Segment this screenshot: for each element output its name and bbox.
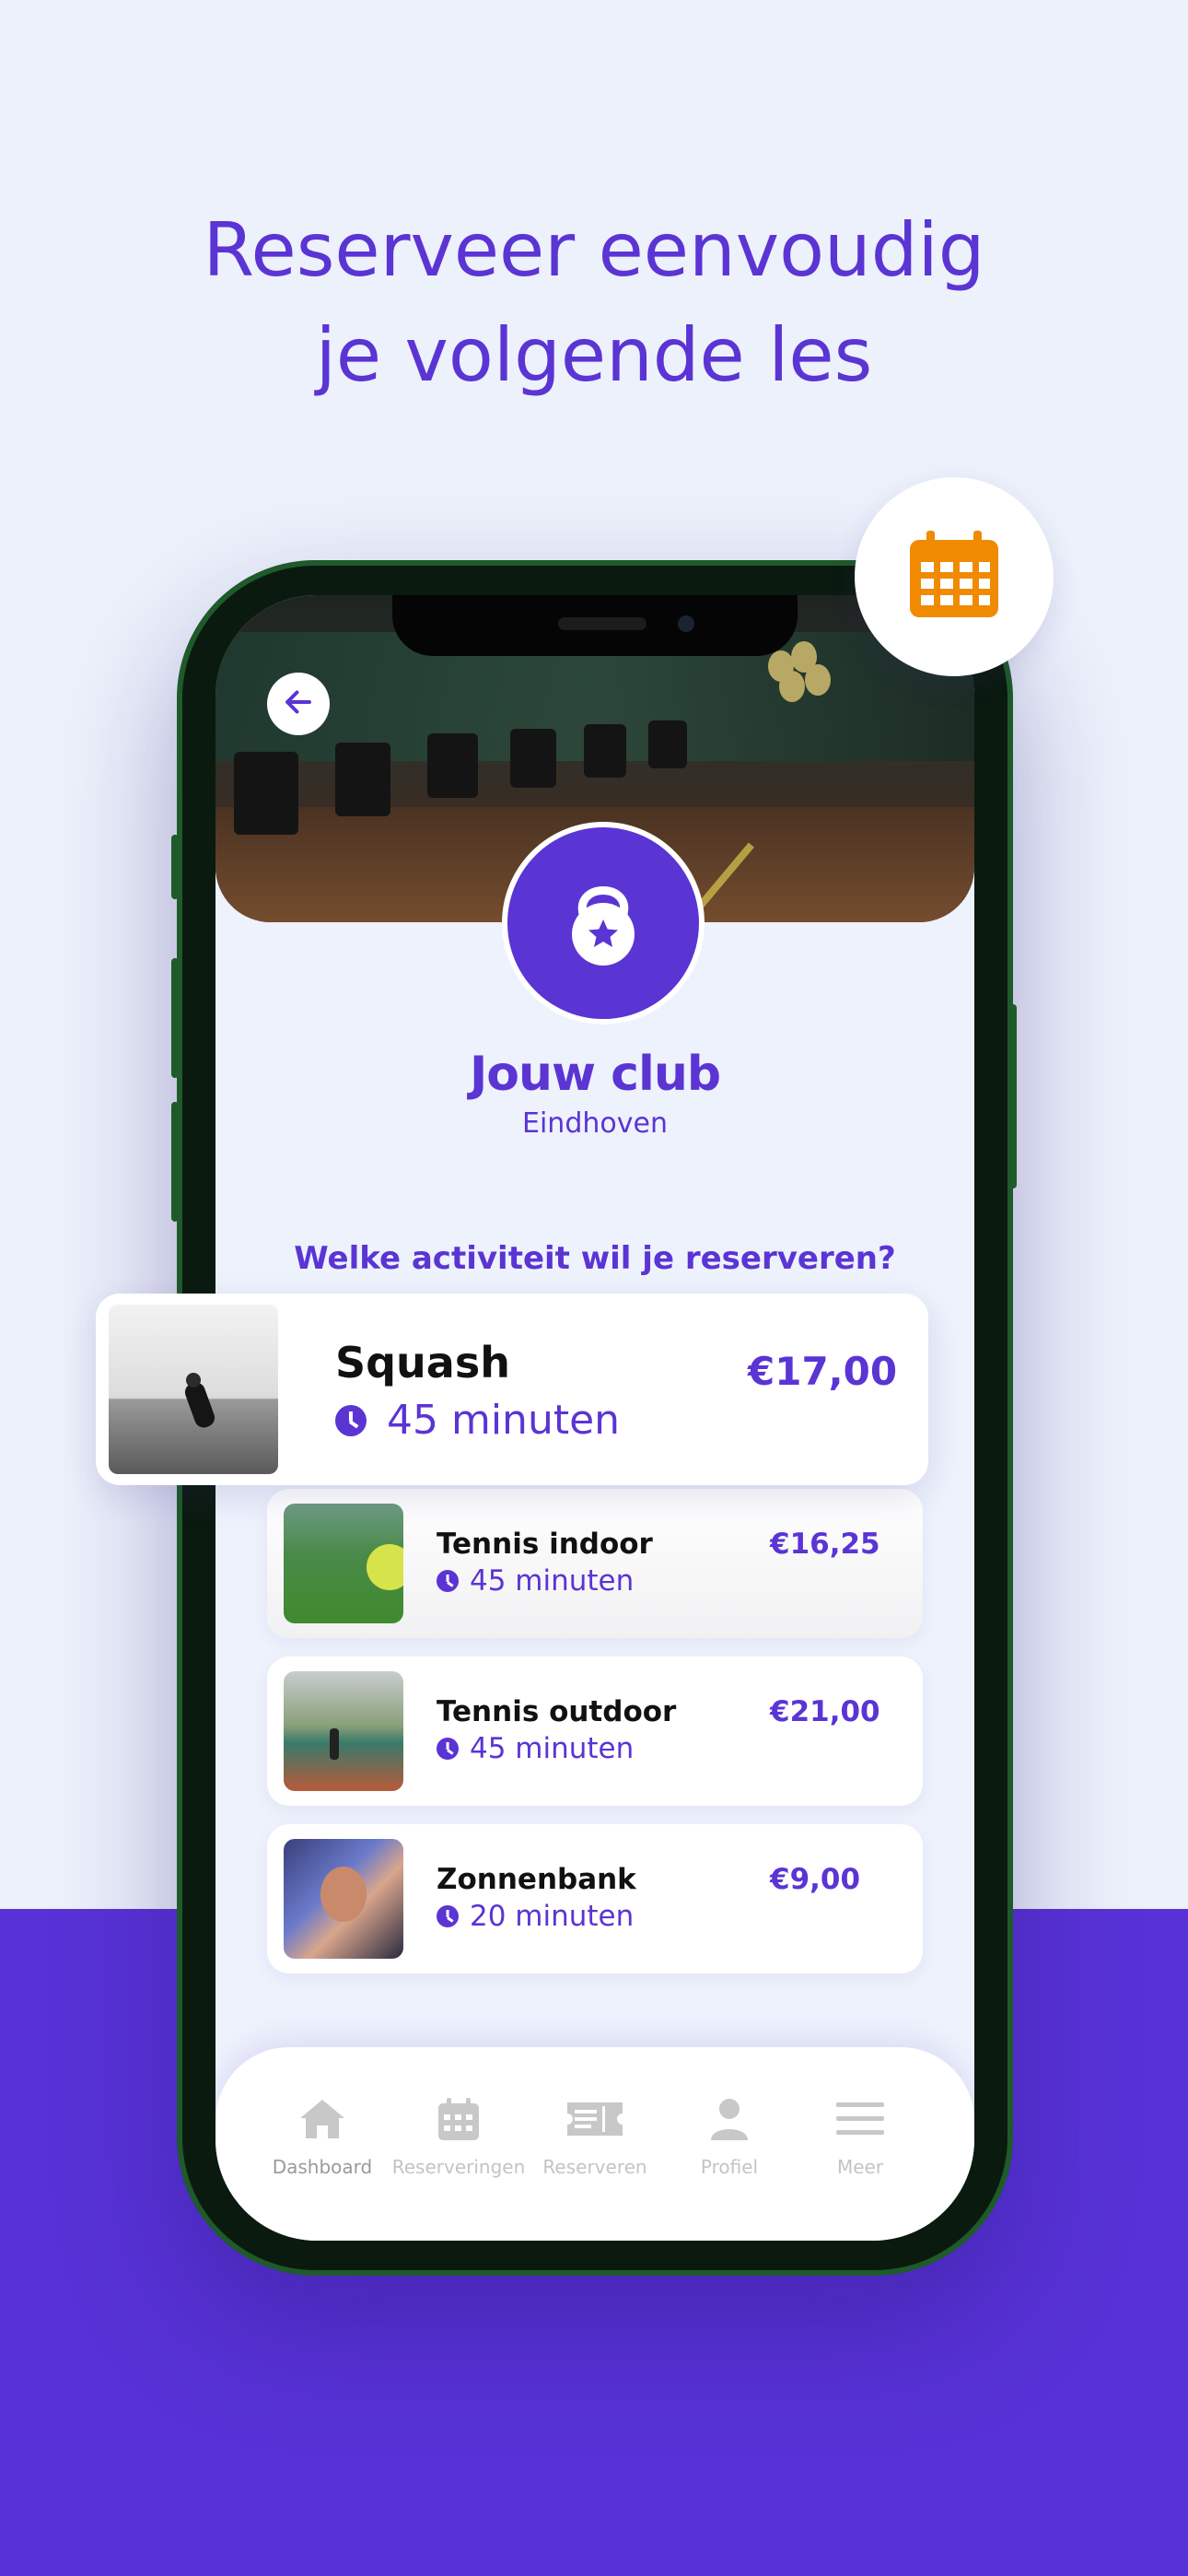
tab-label: Profiel bbox=[700, 2156, 759, 2178]
ticket-icon bbox=[565, 2099, 624, 2143]
kettlebell-icon bbox=[548, 866, 658, 980]
phone-notch bbox=[392, 595, 798, 656]
arrow-left-icon bbox=[282, 685, 315, 722]
activity-duration: 45 minuten bbox=[335, 1397, 620, 1444]
tab-reserveringen[interactable]: Reserveringen bbox=[385, 2095, 532, 2178]
activity-card-tennis-indoor[interactable]: Tennis indoor 45 minuten €16,25 bbox=[267, 1489, 923, 1638]
activity-duration: 45 minuten bbox=[437, 1564, 634, 1598]
activity-price: €17,00 bbox=[748, 1349, 898, 1394]
activity-question: Welke activiteit wil je reserveren? bbox=[294, 1240, 896, 1277]
activity-duration: 45 minuten bbox=[437, 1732, 634, 1765]
tab-meer[interactable]: Meer bbox=[786, 2095, 934, 2178]
headline-line-2: je volgende les bbox=[315, 312, 873, 398]
phone-mute-button bbox=[171, 835, 179, 899]
tab-dashboard[interactable]: Dashboard bbox=[249, 2095, 396, 2178]
activity-card-tennis-outdoor[interactable]: Tennis outdoor 45 minuten €21,00 bbox=[267, 1657, 923, 1806]
phone-power-button bbox=[1009, 1004, 1017, 1188]
tab-label: Reserveren bbox=[542, 2156, 647, 2178]
clock-icon bbox=[437, 1570, 459, 1592]
user-icon bbox=[709, 2096, 750, 2146]
bottom-tab-bar: Dashboard Reserveringen Reserveren Profi… bbox=[215, 2047, 974, 2241]
phone-volume-up-button bbox=[171, 958, 179, 1078]
activity-card-zonnenbank[interactable]: Zonnenbank 20 minuten €9,00 bbox=[267, 1824, 923, 1973]
activity-title: Zonnenbank bbox=[437, 1863, 636, 1896]
phone-volume-down-button bbox=[171, 1102, 179, 1222]
menu-icon bbox=[834, 2099, 886, 2143]
calendar-icon bbox=[908, 531, 1000, 623]
tab-profiel[interactable]: Profiel bbox=[656, 2095, 803, 2178]
back-button[interactable] bbox=[267, 673, 330, 735]
activity-duration-text: 45 minuten bbox=[470, 1732, 635, 1765]
activity-price: €9,00 bbox=[770, 1863, 861, 1896]
tab-label: Dashboard bbox=[272, 2156, 373, 2178]
activity-price: €21,00 bbox=[770, 1695, 880, 1728]
activity-title: Tennis indoor bbox=[437, 1528, 653, 1561]
activity-duration-text: 20 minuten bbox=[470, 1900, 635, 1933]
activity-duration-text: 45 minuten bbox=[387, 1397, 621, 1444]
calendar-badge bbox=[855, 477, 1054, 676]
calendar-icon bbox=[436, 2096, 482, 2146]
tab-label: Meer bbox=[836, 2156, 884, 2178]
headline: Reserveer eenvoudig je volgende les bbox=[0, 198, 1188, 408]
activity-duration: 20 minuten bbox=[437, 1900, 634, 1933]
tab-label: Reserveringen bbox=[391, 2156, 526, 2178]
squash-thumbnail bbox=[109, 1305, 278, 1474]
activity-duration-text: 45 minuten bbox=[470, 1564, 635, 1598]
clock-icon bbox=[437, 1738, 459, 1760]
club-logo bbox=[502, 822, 705, 1025]
home-icon bbox=[297, 2096, 348, 2146]
clock-icon bbox=[437, 1905, 459, 1927]
tab-reserveren[interactable]: Reserveren bbox=[521, 2095, 669, 2178]
activity-title: Tennis outdoor bbox=[437, 1695, 677, 1728]
headline-line-1: Reserveer eenvoudig bbox=[203, 207, 985, 293]
zonnenbank-thumbnail bbox=[284, 1839, 403, 1959]
tennis-outdoor-thumbnail bbox=[284, 1671, 403, 1791]
club-city: Eindhoven bbox=[522, 1107, 668, 1140]
tennis-indoor-thumbnail bbox=[284, 1504, 403, 1623]
activity-price: €16,25 bbox=[770, 1528, 880, 1561]
activity-card-squash[interactable]: Squash 45 minuten €17,00 bbox=[96, 1294, 928, 1485]
club-name: Jouw club bbox=[469, 1047, 721, 1102]
clock-icon bbox=[335, 1404, 367, 1436]
activity-title: Squash bbox=[335, 1338, 510, 1388]
